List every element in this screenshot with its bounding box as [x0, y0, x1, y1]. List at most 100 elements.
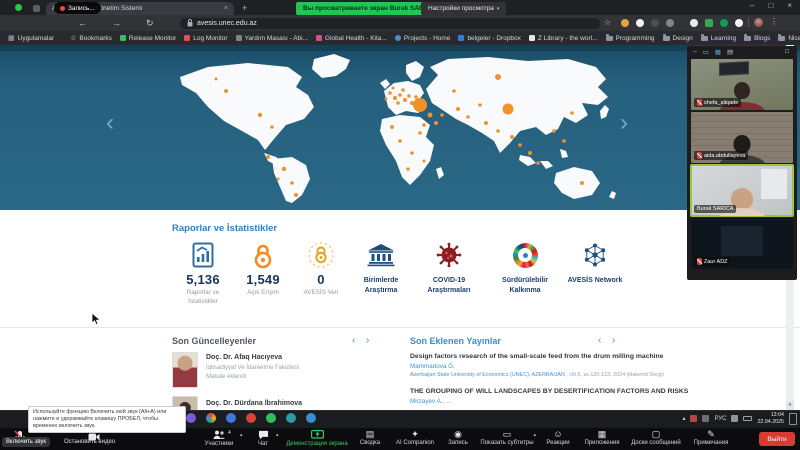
extension-icon[interactable]	[705, 19, 713, 27]
caret-up-icon[interactable]: ▴	[533, 432, 536, 438]
view-settings-button[interactable]: Настройки просмотра ▾	[421, 2, 506, 15]
publication-authors[interactable]: Mammadova G.	[410, 363, 455, 370]
extension-icon[interactable]	[636, 19, 644, 27]
stat-unit-research[interactable]: Birimlerde Araştırma	[346, 241, 416, 296]
taskbar-app-icon[interactable]	[186, 413, 196, 423]
window-close-icon[interactable]: ×	[787, 1, 792, 10]
taskbar-app-icon[interactable]	[266, 413, 276, 423]
bookmark-folder[interactable]: Design	[663, 35, 693, 42]
panel-popout-icon[interactable]: □	[785, 48, 789, 55]
taskbar-app-icon[interactable]	[226, 413, 236, 423]
bookmark-item[interactable]: Log Monitor	[184, 35, 227, 42]
wifi-icon[interactable]	[731, 415, 738, 422]
new-tab-button[interactable]: +	[242, 3, 247, 13]
person-name[interactable]: Doç. Dr. Afaq Hacıyeva	[206, 354, 282, 361]
bookmark-item[interactable]: Release Monitor	[120, 35, 176, 42]
extension-icon[interactable]	[651, 19, 659, 27]
captions-button[interactable]: ▭ Показать субтитры ▴	[478, 430, 536, 446]
taskbar-app-icon[interactable]	[286, 413, 296, 423]
bookmark-folder[interactable]: Nice Stuff	[778, 35, 800, 42]
notes-button[interactable]: ✎ Примечания	[688, 430, 734, 446]
favicon-icon	[120, 35, 126, 41]
bookmark-apps[interactable]: ▦Uygulamalar	[8, 35, 54, 42]
updaters-next-icon[interactable]: ›	[366, 336, 369, 346]
browser-menu-icon[interactable]: ⋮	[770, 17, 778, 26]
panel-layout-icon[interactable]: ▭	[703, 48, 709, 56]
taskbar-app-icon[interactable]	[246, 413, 256, 423]
extension-icon[interactable]	[720, 19, 728, 27]
publication-title[interactable]: THE GROUPING OF WILL LANDSCAPES BY DESER…	[410, 388, 688, 395]
scrollbar-down-icon[interactable]: ▾	[786, 401, 794, 410]
stop-video-button[interactable]: Остановить видео	[64, 439, 115, 445]
updaters-prev-icon[interactable]: ‹	[352, 336, 355, 346]
record-button[interactable]: ◉ Запись	[442, 430, 474, 446]
participants-button[interactable]: Участники 4 ▴	[196, 430, 242, 447]
taskbar-clock[interactable]: 13:04 22.04.2025	[757, 412, 784, 426]
participants-panel[interactable]: – ▭ ▦ ▤ □ shefa_aliqade aida.abdullayeva…	[687, 46, 797, 280]
publications-prev-icon[interactable]: ‹	[598, 336, 601, 346]
bookmark-item[interactable]: Yardım Masası - Abi...	[236, 35, 308, 42]
notification-center-icon[interactable]	[789, 413, 797, 425]
person-action: Makale eklendi	[206, 374, 246, 380]
extension-icon[interactable]	[690, 19, 698, 27]
leave-button[interactable]: Выйти	[759, 432, 795, 446]
bookmark-item[interactable]: Global Health - Kita...	[316, 35, 387, 42]
bookmark-item[interactable]: Z Library - the worl...	[529, 35, 598, 42]
caret-up-icon[interactable]: ▴	[276, 432, 279, 438]
window-maximize-icon[interactable]: □	[768, 1, 773, 10]
ai-companion-button[interactable]: ✦ AI Companion	[390, 430, 440, 446]
person-name[interactable]: Doç. Dr. Dürdana İbrahimova	[206, 400, 302, 407]
tab-close-icon[interactable]: ×	[224, 5, 228, 12]
tray-expand-icon[interactable]: ▴	[682, 415, 685, 422]
whiteboards-button[interactable]: ▢ Доски сообщений	[628, 430, 684, 446]
panel-minimize-icon[interactable]: –	[693, 48, 697, 56]
carousel-next-icon[interactable]: ›	[620, 111, 628, 135]
video-tile-active-speaker[interactable]: Burak SARICA	[691, 165, 793, 216]
bookmark-folder[interactable]: Programming	[606, 35, 655, 42]
caret-up-icon[interactable]: ▴	[240, 432, 243, 438]
profile-avatar[interactable]	[754, 18, 763, 27]
panel-strip-icon[interactable]: ▤	[727, 48, 733, 56]
video-tile[interactable]: aida.abdullayeva	[691, 112, 793, 163]
extension-icon[interactable]	[621, 19, 629, 27]
extension-icon[interactable]	[735, 19, 743, 27]
taskbar-app-icon[interactable]	[206, 413, 216, 423]
language-indicator[interactable]: РУС	[714, 416, 726, 422]
shared-screen: Akademik Veri Yönetim Sistemi × + – □ × …	[0, 0, 800, 450]
stat-network[interactable]: AVESİS Network	[560, 241, 630, 286]
tray-icon[interactable]	[702, 415, 709, 422]
tray-icon[interactable]	[690, 415, 697, 422]
bookmark-star-icon[interactable]: ☆	[604, 18, 611, 28]
folder-icon	[663, 36, 670, 41]
window-minimize-icon[interactable]: –	[750, 1, 754, 10]
publication-authors[interactable]: Mirzayev A., …	[410, 398, 452, 405]
apps-button[interactable]: ▦ Приложения	[580, 430, 624, 446]
chat-button[interactable]: Чат ▴	[248, 430, 278, 447]
address-bar[interactable]: avesis.unec.edu.az	[180, 18, 600, 29]
summary-button[interactable]: ▤ Сводка	[352, 430, 388, 446]
reload-icon[interactable]: ↻	[146, 18, 154, 28]
video-tile[interactable]: shefa_aliqade	[691, 59, 793, 110]
reactions-button[interactable]: ☺ Реакции	[540, 430, 576, 446]
stat-covid[interactable]: COVID-19 Araştırmaları	[414, 241, 484, 296]
bookmark-folder[interactable]: Blogs	[744, 35, 770, 42]
meeting-status-dot	[15, 4, 22, 11]
bookmark-folder[interactable]: Learning	[701, 35, 736, 42]
bookmark-item[interactable]: belgeler - Dropbox	[458, 35, 520, 42]
extension-icon[interactable]	[666, 19, 674, 27]
unmute-button[interactable]: Включить звук	[2, 437, 50, 447]
publication-title[interactable]: Design factors research of the small-sca…	[410, 353, 663, 360]
tab-search-icon[interactable]	[33, 5, 40, 12]
taskbar-app-icon[interactable]	[306, 413, 316, 423]
video-tile[interactable]: Zaur ADZ	[691, 218, 793, 269]
share-screen-button[interactable]: Демонстрация экрана	[282, 430, 352, 447]
bookmark-item[interactable]: Projects - Home	[395, 35, 451, 42]
back-icon[interactable]: ←	[78, 18, 87, 28]
publications-next-icon[interactable]: ›	[612, 336, 615, 346]
person-photo[interactable]	[172, 352, 198, 388]
bookmark-item[interactable]: ☆Bookmarks	[70, 35, 112, 42]
forward-icon[interactable]: →	[112, 18, 121, 28]
panel-grid-icon[interactable]: ▦	[715, 48, 721, 56]
carousel-prev-icon[interactable]: ‹	[106, 111, 114, 135]
stat-sdg[interactable]: Sürdürülebilir Kalkınma	[490, 241, 560, 296]
